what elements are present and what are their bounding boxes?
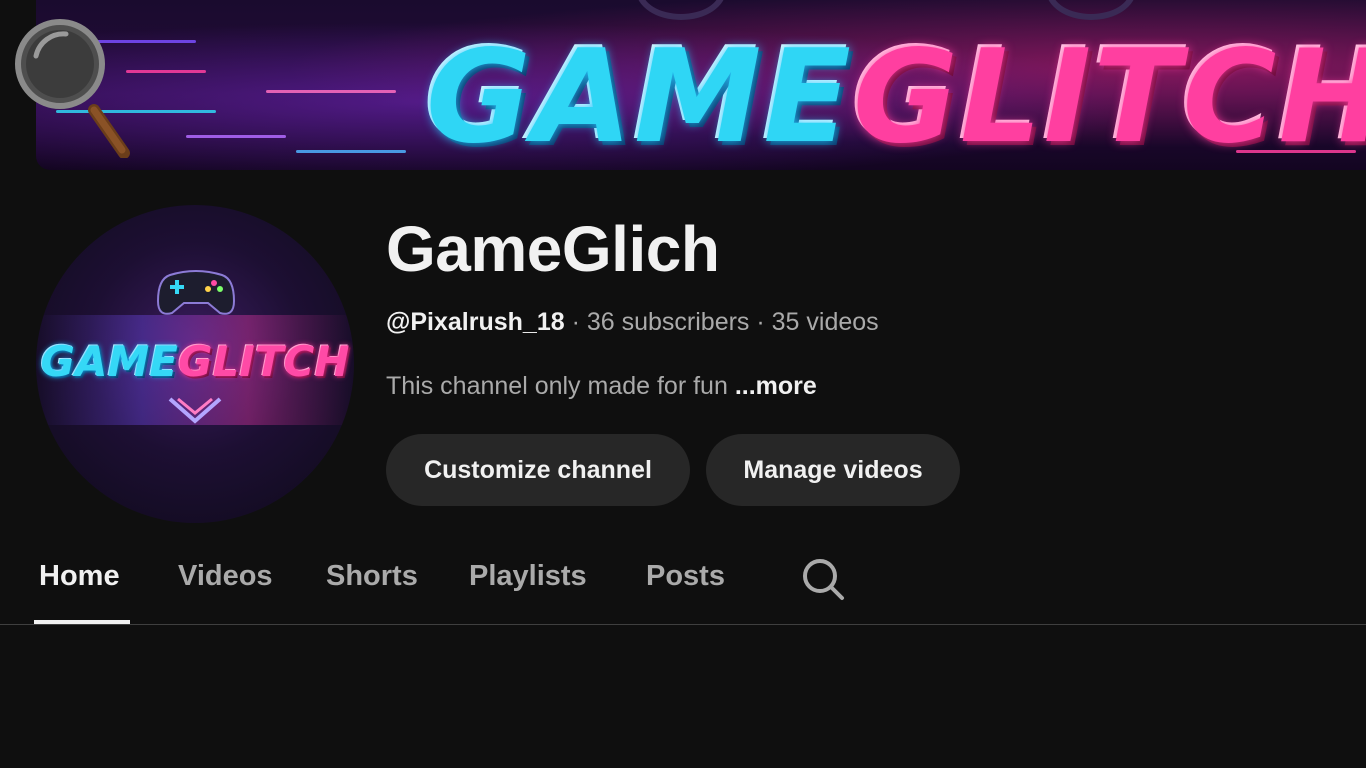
channel-avatar[interactable]: GAMEGLITCH [36, 205, 354, 523]
magnifier-icon[interactable] [14, 18, 134, 159]
tabs-divider [0, 624, 1366, 625]
description-text: This channel only made for fun [386, 372, 728, 400]
more-link[interactable]: ...more [735, 372, 817, 400]
channel-tabs: Home Videos Shorts Playlists Posts [0, 540, 1366, 626]
tab-posts[interactable]: Posts [646, 560, 725, 593]
channel-description[interactable]: This channel only made for fun ...more [386, 372, 817, 401]
subscriber-count: 36 subscribers [586, 308, 750, 336]
avatar-logo-text: GAMEGLITCH [40, 337, 350, 386]
search-icon[interactable] [800, 556, 846, 602]
chevron-emblem-icon [168, 397, 222, 424]
channel-name: GameGlich [386, 213, 720, 285]
gamepad-icon [156, 270, 236, 315]
channel-meta: @Pixalrush_18 · 36 subscribers · 35 vide… [386, 308, 879, 336]
controller-ring-left [636, 0, 726, 20]
video-count: 35 videos [771, 308, 879, 336]
tab-videos[interactable]: Videos [178, 560, 273, 593]
tab-playlists[interactable]: Playlists [469, 560, 587, 593]
manage-videos-button[interactable]: Manage videos [706, 434, 960, 506]
channel-page: GAMEGLITCH GAMEGLITCH GameGlich @Pixalru… [0, 0, 1366, 768]
controller-ring-right [1046, 0, 1136, 20]
tab-home[interactable]: Home [39, 560, 120, 593]
channel-banner: GAMEGLITCH [36, 0, 1366, 170]
banner-logo-text: GAMEGLITCH [426, 23, 1366, 170]
channel-handle: @Pixalrush_18 [386, 308, 565, 336]
customize-channel-button[interactable]: Customize channel [386, 434, 690, 506]
tab-shorts[interactable]: Shorts [326, 560, 418, 593]
